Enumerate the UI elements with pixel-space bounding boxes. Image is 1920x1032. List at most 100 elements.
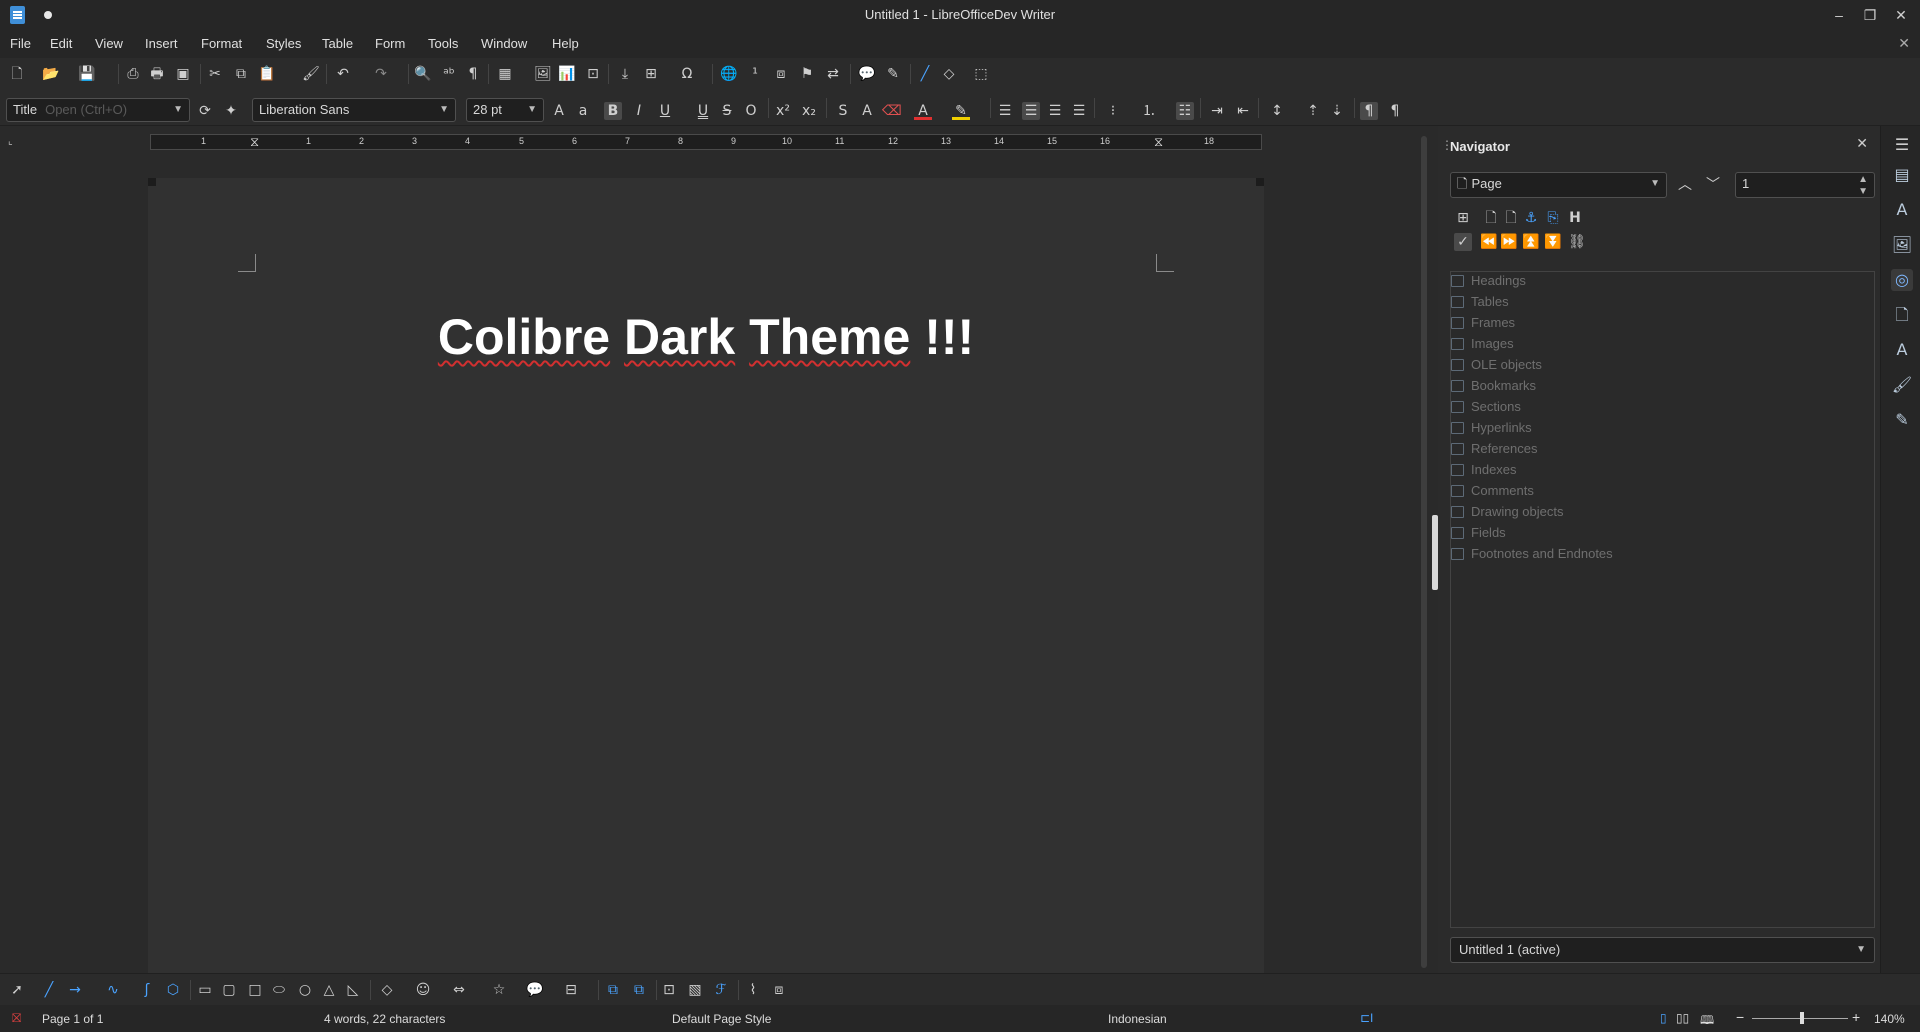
page-style[interactable]: Default Page Style bbox=[672, 1012, 771, 1026]
active-document-combo[interactable]: Untitled 1 (active) ▼ bbox=[1450, 937, 1875, 963]
menu-view[interactable]: View bbox=[95, 36, 123, 51]
align-center-icon[interactable]: ☰ bbox=[1022, 102, 1040, 120]
insert-textbox-icon[interactable]: ⊡ bbox=[584, 65, 602, 83]
export-pdf-icon[interactable]: ⎙ bbox=[124, 65, 142, 83]
triangle-icon[interactable]: △ bbox=[320, 981, 338, 999]
hyperlink-icon[interactable]: 🌐 bbox=[720, 65, 738, 83]
previous-page-icon[interactable]: ︿ bbox=[1676, 176, 1694, 194]
scrollbar-thumb[interactable] bbox=[1421, 136, 1427, 968]
print-preview-icon[interactable]: ▣ bbox=[174, 65, 192, 83]
menu-styles[interactable]: Styles bbox=[266, 36, 301, 51]
unordered-list-icon[interactable]: ⁝ bbox=[1104, 102, 1122, 120]
formatting-marks-icon[interactable]: ¶ bbox=[464, 65, 482, 83]
styles-icon[interactable]: A bbox=[1891, 199, 1913, 221]
rounded-rectangle-icon[interactable]: ▢ bbox=[220, 981, 238, 999]
tree-item-bookmarks[interactable]: Bookmarks bbox=[1451, 377, 1536, 395]
manage-changes-icon[interactable]: ✎ bbox=[1891, 409, 1913, 431]
cut-icon[interactable]: ✂ bbox=[206, 65, 224, 83]
outline-font-icon[interactable]: A bbox=[858, 102, 876, 120]
multi-page-view-icon[interactable]: ▯▯ bbox=[1676, 1011, 1689, 1025]
insert-chart-icon[interactable]: 📊 bbox=[558, 65, 576, 83]
freeform-icon[interactable]: ʃ bbox=[138, 981, 156, 999]
superscript-icon[interactable]: x² bbox=[774, 102, 792, 120]
clone-formatting-icon[interactable]: 🖌 bbox=[302, 65, 320, 83]
callouts-icon[interactable]: 💬 bbox=[526, 981, 544, 999]
symbol-shapes-icon[interactable]: ☺ bbox=[414, 981, 432, 999]
update-style-icon[interactable]: ⟳ bbox=[196, 102, 214, 120]
font-color-icon[interactable]: A bbox=[914, 102, 932, 120]
bookmark-icon[interactable]: ⚑ bbox=[798, 65, 816, 83]
document-title-text[interactable]: Colibre Dark Theme !!! bbox=[148, 308, 1264, 366]
cross-reference-icon[interactable]: ⇄ bbox=[824, 65, 842, 83]
align-right-icon[interactable]: ☰ bbox=[1046, 102, 1064, 120]
close-window-button[interactable]: ✕ bbox=[1888, 4, 1914, 26]
align-left-icon[interactable]: ☰ bbox=[996, 102, 1014, 120]
language[interactable]: Indonesian bbox=[1108, 1012, 1167, 1026]
navigator-icon[interactable]: ◎ bbox=[1891, 269, 1913, 291]
tree-item-sections[interactable]: Sections bbox=[1451, 398, 1521, 416]
minimize-button[interactable]: – bbox=[1826, 4, 1852, 26]
bring-to-front-icon[interactable]: ⧉ bbox=[604, 981, 622, 999]
square-icon[interactable]: □ bbox=[246, 981, 264, 999]
insert-table-icon[interactable]: ▦ bbox=[496, 65, 514, 83]
shadow-icon[interactable]: S bbox=[834, 102, 852, 120]
horizontal-ruler[interactable]: 1 1 2 3 4 5 6 7 8 9 10 11 12 13 14 15 16… bbox=[150, 134, 1262, 150]
page[interactable]: Colibre Dark Theme !!! bbox=[148, 178, 1264, 978]
menu-edit[interactable]: Edit bbox=[50, 36, 72, 51]
copy-icon[interactable]: ⧉ bbox=[232, 65, 250, 83]
spelling-icon[interactable]: ᵃᵇ bbox=[440, 65, 458, 83]
zoom-in-icon[interactable]: + bbox=[1852, 1009, 1860, 1025]
points-icon[interactable]: ⌇ bbox=[744, 981, 762, 999]
word-count[interactable]: 4 words, 22 characters bbox=[324, 1012, 445, 1026]
vertical-scrollbar[interactable] bbox=[1418, 130, 1430, 972]
zoom-slider-thumb[interactable] bbox=[1800, 1012, 1804, 1024]
gallery-icon[interactable]: 🖼 bbox=[1891, 234, 1913, 256]
find-replace-icon[interactable]: 🔍 bbox=[414, 65, 432, 83]
overline-icon[interactable]: O bbox=[742, 102, 760, 120]
menu-tools[interactable]: Tools bbox=[428, 36, 458, 51]
insert-callout-icon[interactable]: ▧ bbox=[686, 981, 704, 999]
sidebar-menu-icon[interactable]: ☰ bbox=[1891, 134, 1913, 156]
next-page-icon[interactable]: ﹀ bbox=[1704, 176, 1722, 194]
open-icon[interactable]: 📂 bbox=[42, 65, 60, 83]
basic-shapes-icon[interactable]: ◇ bbox=[378, 981, 396, 999]
anchor-icon[interactable]: ⚓ bbox=[1522, 209, 1540, 227]
close-icon[interactable]: ✕ bbox=[1856, 135, 1868, 152]
page-number-spinbox[interactable]: 1 ▲ ▼ bbox=[1735, 172, 1875, 198]
menu-table[interactable]: Table bbox=[322, 36, 353, 51]
line-arrow-icon[interactable]: → bbox=[66, 981, 84, 999]
decrease-indent-icon[interactable]: ⇤ bbox=[1234, 102, 1252, 120]
shrink-font-icon[interactable]: a bbox=[574, 102, 592, 120]
document-canvas[interactable]: Colibre Dark Theme !!! bbox=[0, 156, 1422, 978]
tree-item-indexes[interactable]: Indexes bbox=[1451, 461, 1517, 479]
navigator-tree[interactable]: Headings Tables Frames Images OLE object… bbox=[1450, 271, 1875, 928]
drag-mode-icon[interactable]: ⛓ bbox=[1568, 233, 1586, 251]
stars-icon[interactable]: ☆ bbox=[490, 981, 508, 999]
menu-window[interactable]: Window bbox=[481, 36, 527, 51]
strikethrough-icon[interactable]: S bbox=[718, 102, 736, 120]
zoom-out-icon[interactable]: − bbox=[1736, 1009, 1744, 1025]
font-name-combo[interactable]: Liberation Sans ▼ bbox=[252, 98, 456, 122]
undo-icon[interactable]: ↶ bbox=[334, 65, 352, 83]
redo-icon[interactable]: ↷ bbox=[372, 65, 390, 83]
menu-form[interactable]: Form bbox=[375, 36, 405, 51]
demote-level-icon[interactable]: ⏬ bbox=[1544, 233, 1562, 251]
tree-item-images[interactable]: Images bbox=[1451, 335, 1514, 353]
toggle-master-view-icon[interactable]: ⊞ bbox=[1454, 209, 1472, 227]
heading-levels-icon[interactable]: H bbox=[1566, 209, 1584, 227]
paragraph-style-combo[interactable]: Title Open (Ctrl+O) ▼ bbox=[6, 98, 190, 122]
select-icon[interactable]: ➚ bbox=[8, 981, 26, 999]
grow-font-icon[interactable]: A bbox=[550, 102, 568, 120]
design-icon[interactable]: 🖌 bbox=[1891, 374, 1913, 396]
print-icon[interactable]: 🖶 bbox=[148, 65, 166, 83]
line-icon[interactable]: ╱ bbox=[916, 65, 934, 83]
promote-chapter-icon[interactable]: ⏪ bbox=[1480, 233, 1498, 251]
tree-item-footnotes-endnotes[interactable]: Footnotes and Endnotes bbox=[1451, 545, 1613, 563]
tree-item-frames[interactable]: Frames bbox=[1451, 314, 1515, 332]
right-to-left-icon[interactable]: ¶ bbox=[1386, 102, 1404, 120]
italic-icon[interactable]: I bbox=[630, 102, 648, 120]
new-style-icon[interactable]: ✦ bbox=[222, 102, 240, 120]
zoom-level[interactable]: 140% bbox=[1874, 1012, 1905, 1026]
endnote-icon[interactable]: ⧈ bbox=[772, 65, 790, 83]
line-spacing-icon[interactable]: ↕ bbox=[1268, 102, 1286, 120]
